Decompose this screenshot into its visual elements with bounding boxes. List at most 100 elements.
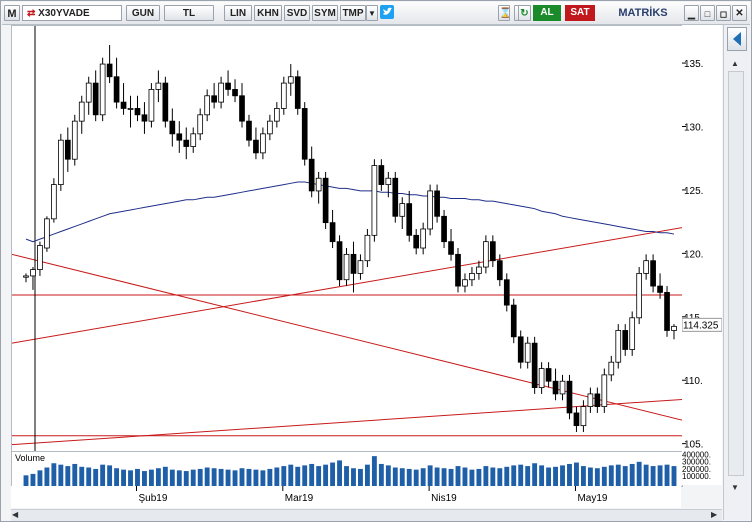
candle-5 bbox=[58, 133, 64, 191]
volume-bar-15 bbox=[128, 470, 133, 486]
y-tick-label: 125. bbox=[684, 186, 703, 197]
volume-bar-56 bbox=[413, 469, 419, 486]
candle-body bbox=[664, 292, 670, 331]
candle-body bbox=[503, 279, 510, 306]
volume-bar-26 bbox=[204, 467, 210, 486]
candle-body bbox=[531, 342, 538, 388]
scroll-up-icon[interactable]: ▲ bbox=[731, 59, 739, 68]
volume-bar-42 bbox=[316, 466, 322, 486]
candle-84 bbox=[608, 355, 615, 382]
candle-body bbox=[357, 260, 364, 274]
y-tick-label: 110. bbox=[684, 376, 703, 387]
candle-body bbox=[30, 269, 36, 277]
candle-73 bbox=[531, 336, 538, 394]
minimize-button[interactable]: ▁ bbox=[684, 5, 699, 21]
maximize-button[interactable]: □ bbox=[700, 5, 715, 21]
candle-body bbox=[489, 241, 496, 262]
candle-body bbox=[608, 361, 615, 376]
scroll-left-icon[interactable]: ◀ bbox=[12, 510, 18, 519]
currency-button[interactable]: TL bbox=[164, 5, 214, 21]
template-button[interactable]: TMP bbox=[340, 5, 366, 21]
volume-tick-label: 100000. bbox=[682, 472, 711, 481]
candle-60 bbox=[441, 209, 447, 249]
arrow-left-icon[interactable] bbox=[727, 27, 747, 51]
candle-83 bbox=[601, 368, 608, 413]
candle-57 bbox=[420, 222, 427, 255]
volume-panel[interactable]: Volume bbox=[11, 451, 683, 487]
x-tick-label: Şub19 bbox=[138, 493, 167, 504]
volume-bar-83 bbox=[601, 466, 607, 486]
candle-64 bbox=[469, 267, 475, 287]
candle-48 bbox=[357, 254, 364, 280]
candle-17 bbox=[141, 102, 148, 134]
volume-bar-48 bbox=[358, 468, 363, 486]
candle-body bbox=[399, 203, 406, 217]
chevron-down-icon[interactable]: ▼ bbox=[366, 5, 378, 21]
volume-bar-72 bbox=[525, 466, 531, 486]
volume-bar-16 bbox=[135, 468, 140, 486]
candle-body bbox=[176, 133, 183, 141]
close-button[interactable]: ✕ bbox=[732, 5, 747, 21]
volume-bar-85 bbox=[615, 464, 621, 486]
candle-body bbox=[218, 82, 224, 103]
period-button[interactable]: GUN bbox=[126, 5, 160, 21]
candle-80 bbox=[580, 400, 587, 432]
volume-bar-21 bbox=[169, 469, 175, 486]
volume-bar-41 bbox=[309, 463, 315, 486]
candle-body bbox=[106, 63, 113, 78]
candle-90 bbox=[650, 254, 656, 293]
candle-body bbox=[92, 82, 99, 116]
sell-button[interactable]: SAT bbox=[565, 5, 595, 21]
candle-body bbox=[99, 63, 106, 116]
y-tick-label: 135. bbox=[684, 59, 703, 70]
khn-button[interactable]: KHN bbox=[254, 5, 282, 21]
scroll-right-icon[interactable]: ▶ bbox=[711, 510, 717, 519]
candle-body bbox=[280, 82, 287, 109]
volume-bar-62 bbox=[455, 466, 461, 486]
svd-button[interactable]: SVD bbox=[284, 5, 310, 21]
candle-34 bbox=[260, 127, 266, 160]
candle-4 bbox=[51, 178, 57, 223]
candle-body bbox=[246, 120, 252, 141]
candle-body bbox=[134, 108, 141, 116]
sym-button[interactable]: SYM bbox=[312, 5, 338, 21]
candle-body bbox=[329, 222, 336, 243]
volume-bar-69 bbox=[504, 466, 510, 486]
candle-21 bbox=[169, 108, 176, 147]
horizontal-scrollbar[interactable]: ◀ ▶ bbox=[11, 509, 722, 521]
candle-15 bbox=[127, 95, 134, 128]
volume-bar-3 bbox=[44, 467, 50, 486]
volume-bar-47 bbox=[351, 468, 356, 486]
candle-40 bbox=[301, 102, 308, 166]
chart-toolbar: M ⇄ X30YVADE GUN TL LIN KHN SVD SYM TMP … bbox=[2, 2, 750, 25]
volume-bar-59 bbox=[434, 467, 440, 486]
volume-bar-51 bbox=[378, 463, 384, 486]
candle-body bbox=[406, 203, 413, 236]
candle-body bbox=[253, 139, 259, 154]
twitter-icon[interactable] bbox=[380, 5, 394, 21]
restore-button[interactable]: ◻ bbox=[716, 5, 731, 21]
menu-button[interactable]: M bbox=[4, 5, 20, 21]
buy-button[interactable]: AL bbox=[533, 5, 561, 21]
scroll-down-icon[interactable]: ▼ bbox=[731, 483, 739, 492]
candle-44 bbox=[329, 209, 336, 249]
candle-18 bbox=[148, 83, 155, 128]
candle-body bbox=[364, 234, 371, 262]
candle-body bbox=[204, 95, 210, 116]
candle-body bbox=[587, 393, 594, 407]
candle-76 bbox=[552, 368, 559, 401]
candle-body bbox=[113, 76, 120, 103]
volume-bar-58 bbox=[427, 465, 433, 486]
y-tick-label: 130. bbox=[684, 122, 703, 133]
candle-body bbox=[44, 218, 50, 249]
candle-35 bbox=[267, 114, 273, 141]
refresh-icon[interactable]: ↻ bbox=[518, 5, 531, 21]
symbol-field[interactable]: ⇄ X30YVADE bbox=[22, 5, 122, 21]
history-icon[interactable]: ⌛ bbox=[498, 5, 511, 21]
linear-button[interactable]: LIN bbox=[224, 5, 252, 21]
price-panel[interactable] bbox=[11, 25, 690, 452]
candle-45 bbox=[336, 235, 343, 287]
candle-body bbox=[636, 272, 643, 319]
candle-body bbox=[622, 330, 629, 350]
scroll-thumb[interactable] bbox=[728, 71, 744, 476]
